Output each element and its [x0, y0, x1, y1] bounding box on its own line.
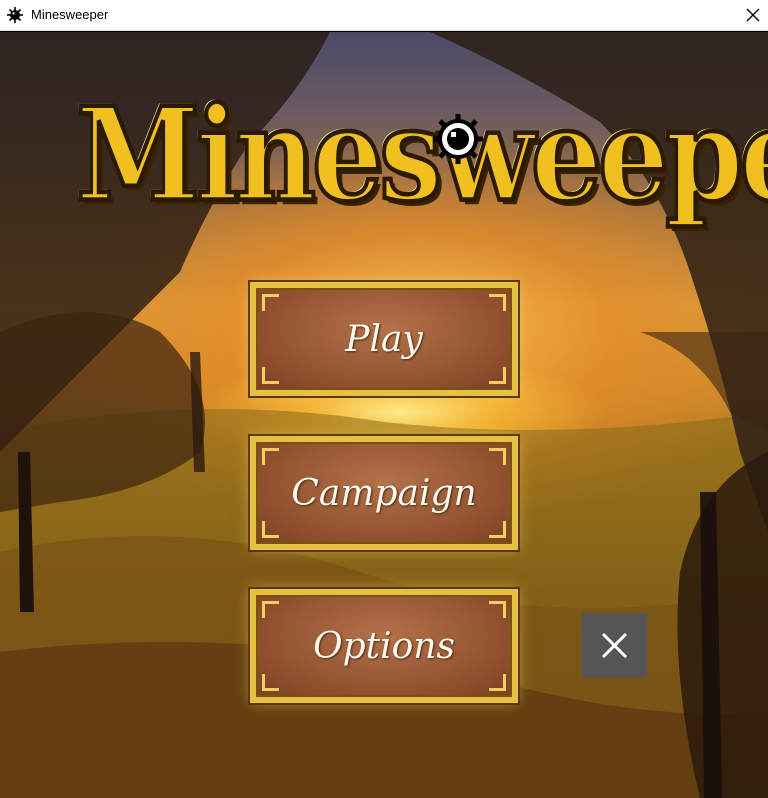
- title-bar: Minesweeper: [0, 0, 768, 31]
- logo-title: Minesweeper: [74, 78, 768, 233]
- options-button[interactable]: Options: [250, 589, 518, 703]
- options-button-label: Options: [313, 625, 455, 667]
- window-close-button[interactable]: [738, 0, 768, 30]
- game-window: Minesweeper Mineswee Play Campaign Optio…: [0, 0, 768, 798]
- menu-background: Minesweeper Play: [0, 32, 768, 798]
- window-title: Minesweeper: [31, 7, 109, 22]
- campaign-button[interactable]: Campaign: [250, 436, 518, 550]
- close-icon: [601, 632, 628, 659]
- mine-icon: [431, 112, 485, 166]
- close-icon[interactable]: [746, 8, 760, 22]
- mine-icon: [6, 6, 24, 24]
- campaign-button-label: Campaign: [291, 472, 477, 514]
- play-button[interactable]: Play: [250, 282, 518, 396]
- play-button-label: Play: [345, 318, 423, 360]
- exit-button[interactable]: [582, 613, 647, 678]
- game-logo: Minesweeper: [74, 72, 768, 252]
